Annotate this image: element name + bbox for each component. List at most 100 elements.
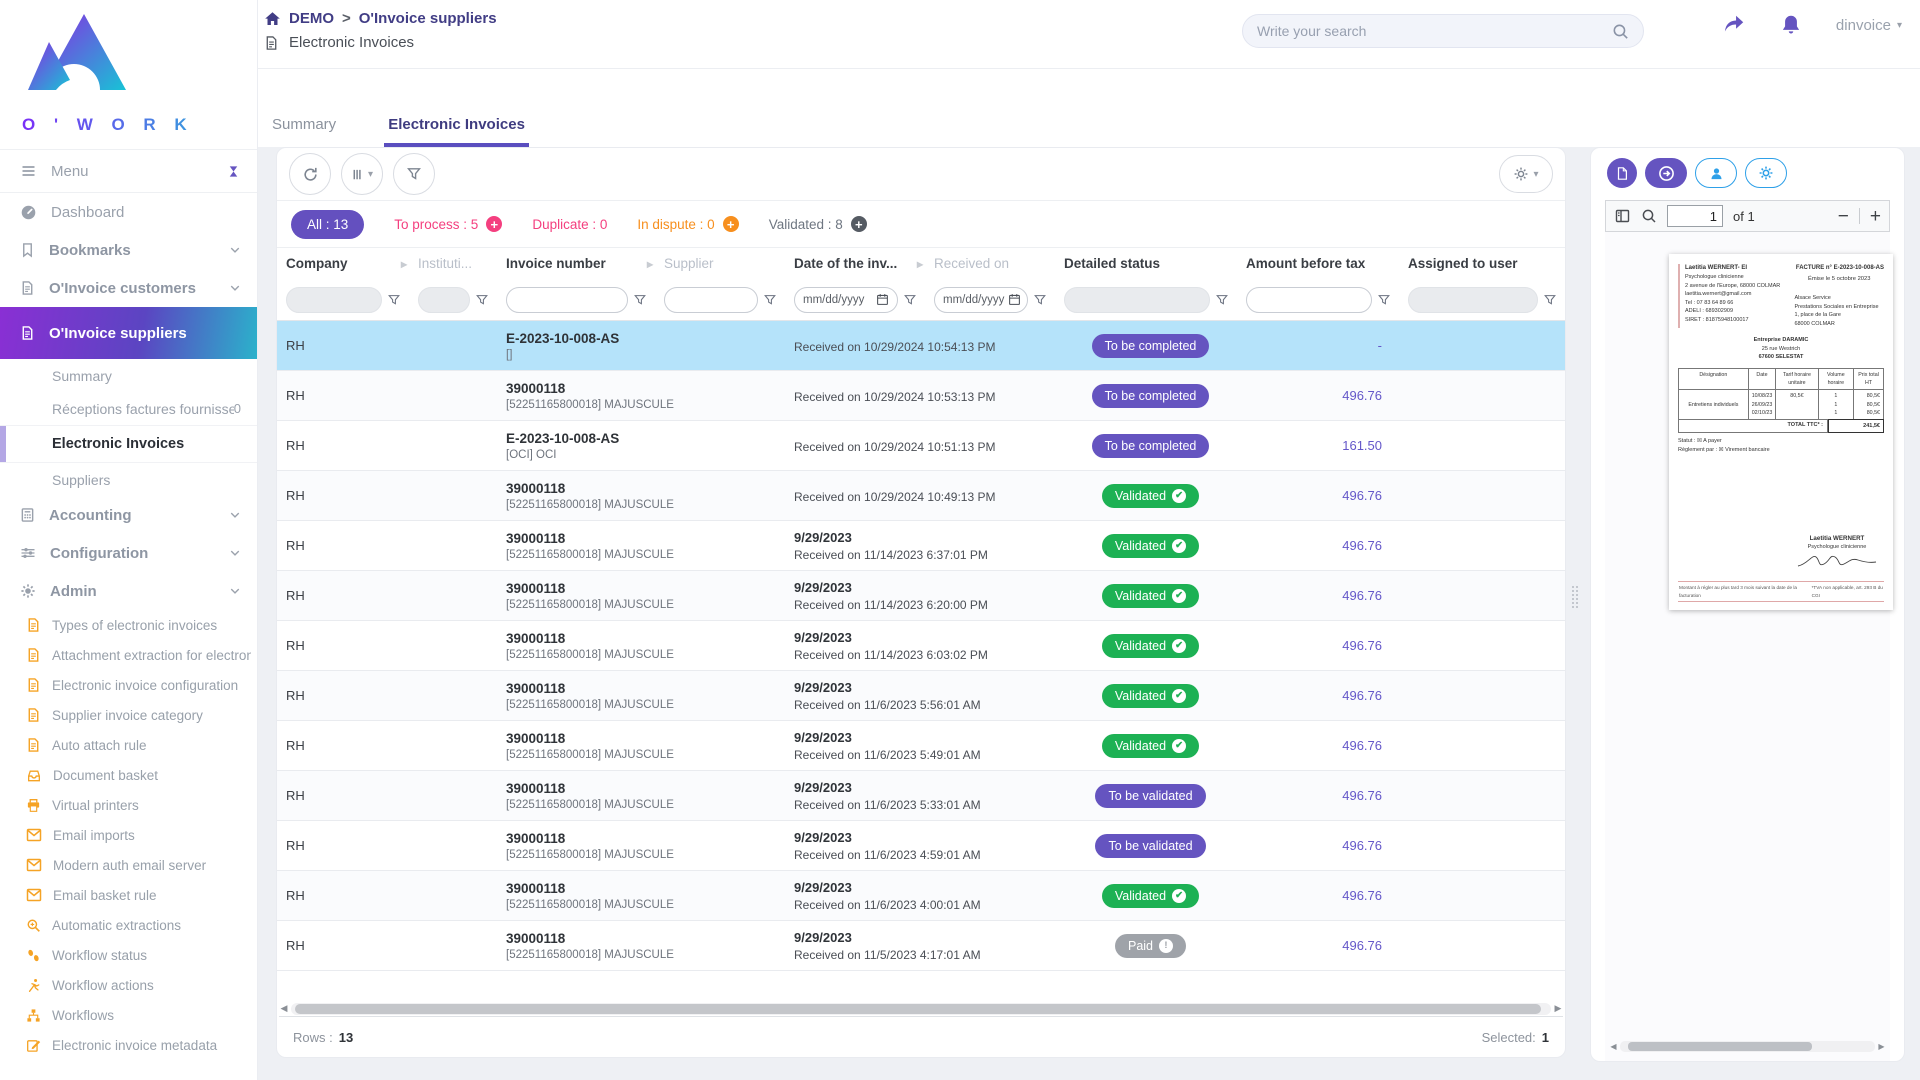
table-row[interactable]: RH39000118[52251165800018] MAJUSCULE9/29…: [277, 621, 1565, 671]
sidebar-item-email-imports[interactable]: Email imports: [0, 820, 257, 850]
user-menu[interactable]: dinvoice ▾: [1836, 17, 1902, 34]
sidebar-item-suppliers[interactable]: Suppliers: [0, 463, 257, 496]
scrollbar-thumb[interactable]: [295, 1004, 1541, 1014]
breadcrumb-section[interactable]: O'Invoice suppliers: [359, 10, 497, 27]
sidebar-item-supplier-invoice-category[interactable]: Supplier invoice category: [0, 700, 257, 730]
chip-duplicate-0[interactable]: Duplicate : 0: [532, 217, 607, 232]
scroll-left-arrow-icon[interactable]: ◀: [279, 1003, 289, 1014]
amount-link[interactable]: 496.76: [1342, 838, 1382, 853]
pdf-scrollbar-thumb[interactable]: [1628, 1042, 1812, 1051]
sidebar-item-admin[interactable]: Admin: [0, 572, 257, 610]
table-row[interactable]: RHE-2023-10-008-AS[]Received on 10/29/20…: [277, 321, 1565, 371]
zoom-in-button[interactable]: +: [1870, 207, 1881, 226]
table-row[interactable]: RH39000118[52251165800018] MAJUSCULE9/29…: [277, 921, 1565, 971]
filter-text-input[interactable]: [664, 287, 758, 313]
column-header-invoice-number[interactable]: Invoice number▸: [497, 256, 655, 271]
filter-select[interactable]: [286, 287, 382, 313]
sidebar-item-bookmarks[interactable]: Bookmarks: [0, 231, 257, 269]
funnel-icon[interactable]: [1543, 293, 1557, 307]
column-header-assigned-to-user[interactable]: Assigned to user: [1399, 256, 1565, 271]
chip-to-process-5[interactable]: To process : 5+: [394, 216, 502, 232]
pdf-download-button[interactable]: [1607, 158, 1637, 188]
preview-settings-button[interactable]: [1745, 158, 1787, 188]
funnel-icon[interactable]: [1215, 293, 1229, 307]
filter-date-input[interactable]: mm/dd/yyyy: [794, 287, 898, 313]
sidebar-item-summary[interactable]: Summary: [0, 359, 257, 392]
panel-resize-handle[interactable]: [1572, 586, 1581, 616]
funnel-icon[interactable]: [1033, 293, 1047, 307]
amount-link[interactable]: 496.76: [1342, 688, 1382, 703]
amount-link[interactable]: 496.76: [1342, 888, 1382, 903]
assign-user-button[interactable]: [1695, 158, 1737, 188]
amount-link[interactable]: 496.76: [1342, 488, 1382, 503]
funnel-icon[interactable]: [903, 293, 917, 307]
share-icon[interactable]: [1722, 14, 1746, 36]
breadcrumb-home[interactable]: DEMO: [289, 10, 334, 27]
expand-column-icon[interactable]: ▸: [647, 257, 655, 271]
sidebar-item-types-of-electronic-invoices[interactable]: Types of electronic invoices: [0, 610, 257, 640]
funnel-icon[interactable]: [387, 293, 401, 307]
sidebar-item-email-basket-rule[interactable]: Email basket rule: [0, 880, 257, 910]
plus-circle-icon[interactable]: +: [851, 216, 867, 232]
sidebar-item-automatic-extractions[interactable]: Automatic extractions: [0, 910, 257, 940]
filter-select[interactable]: [1064, 287, 1210, 313]
sidebar-item-electronic-invoices[interactable]: Electronic Invoices: [0, 425, 257, 463]
column-header-received-on[interactable]: Received on: [925, 256, 1055, 271]
amount-link[interactable]: 496.76: [1342, 538, 1382, 553]
sidebar-item-o-invoice-customers[interactable]: O'Invoice customers: [0, 269, 257, 307]
global-search[interactable]: [1242, 14, 1644, 48]
search-input[interactable]: [1257, 23, 1612, 39]
zoom-out-button[interactable]: −: [1838, 207, 1849, 226]
sidebar-item-workflows[interactable]: Workflows: [0, 1000, 257, 1030]
column-header-company[interactable]: Company▸: [277, 256, 409, 271]
amount-link[interactable]: 161.50: [1342, 438, 1382, 453]
tab-electronic-invoices[interactable]: Electronic Invoices: [384, 116, 529, 147]
table-row[interactable]: RH39000118[52251165800018] MAJUSCULE9/29…: [277, 571, 1565, 621]
table-settings-button[interactable]: ▾: [1499, 155, 1553, 193]
table-row[interactable]: RH39000118[52251165800018] MAJUSCULE9/29…: [277, 721, 1565, 771]
funnel-icon[interactable]: [1377, 293, 1391, 307]
filter-text-input[interactable]: [1246, 287, 1372, 313]
filter-date-input[interactable]: mm/dd/yyyy: [934, 287, 1028, 313]
sidebar-item-document-basket[interactable]: Document basket: [0, 760, 257, 790]
sidebar-item-virtual-printers[interactable]: Virtual printers: [0, 790, 257, 820]
column-header-supplier[interactable]: Supplier: [655, 256, 785, 271]
table-row[interactable]: RH39000118[52251165800018] MAJUSCULE9/29…: [277, 771, 1565, 821]
table-row[interactable]: RH39000118[52251165800018] MAJUSCULE9/29…: [277, 521, 1565, 571]
sidebar-item-accounting[interactable]: Accounting: [0, 496, 257, 534]
bell-icon[interactable]: [1780, 14, 1802, 36]
column-header-amount-before-tax[interactable]: Amount before tax: [1237, 256, 1399, 271]
sidebar-item-workflow-actions[interactable]: Workflow actions: [0, 970, 257, 1000]
pdf-horizontal-scrollbar[interactable]: ◀ ▶: [1609, 1040, 1886, 1053]
tab-summary[interactable]: Summary: [268, 116, 340, 147]
hamburger-icon[interactable]: [20, 163, 37, 179]
filter-select[interactable]: [418, 287, 470, 313]
chip-in-dispute-0[interactable]: In dispute : 0+: [637, 216, 738, 232]
table-row[interactable]: RH39000118[52251165800018] MAJUSCULE9/29…: [277, 821, 1565, 871]
amount-link[interactable]: 496.76: [1342, 788, 1382, 803]
pdf-search-icon[interactable]: [1641, 208, 1657, 224]
column-header-detailed-status[interactable]: Detailed status: [1055, 256, 1237, 271]
funnel-icon[interactable]: [763, 293, 777, 307]
search-icon[interactable]: [1612, 23, 1629, 40]
sidebar-item-configuration[interactable]: Configuration: [0, 534, 257, 572]
expand-column-icon[interactable]: ▸: [917, 257, 925, 271]
chip-all-13[interactable]: All : 13: [291, 210, 364, 239]
funnel-icon[interactable]: [475, 293, 489, 307]
table-row[interactable]: RH39000118[52251165800018] MAJUSCULERece…: [277, 471, 1565, 521]
plus-circle-icon[interactable]: +: [486, 216, 502, 232]
sidebar-item-electronic-invoice-configuration[interactable]: Electronic invoice configuration: [0, 670, 257, 700]
open-document-button[interactable]: [1645, 158, 1687, 188]
plus-circle-icon[interactable]: +: [723, 216, 739, 232]
sidebar-item-auto-attach-rule[interactable]: Auto attach rule: [0, 730, 257, 760]
pdf-scroll-left-icon[interactable]: ◀: [1609, 1042, 1618, 1051]
page-number-input[interactable]: [1667, 205, 1723, 227]
column-header-instituti[interactable]: Instituti...: [409, 256, 497, 271]
column-header-date-of-the-inv[interactable]: Date of the inv...▸: [785, 256, 925, 271]
expand-column-icon[interactable]: ▸: [401, 257, 409, 271]
table-row[interactable]: RHE-2023-10-008-AS[OCI] OCIReceived on 1…: [277, 421, 1565, 471]
sidebar-item-workflow-status[interactable]: Workflow status: [0, 940, 257, 970]
home-icon[interactable]: [264, 11, 281, 27]
scroll-right-arrow-icon[interactable]: ▶: [1553, 1003, 1563, 1014]
calendar-icon[interactable]: [1008, 293, 1021, 306]
